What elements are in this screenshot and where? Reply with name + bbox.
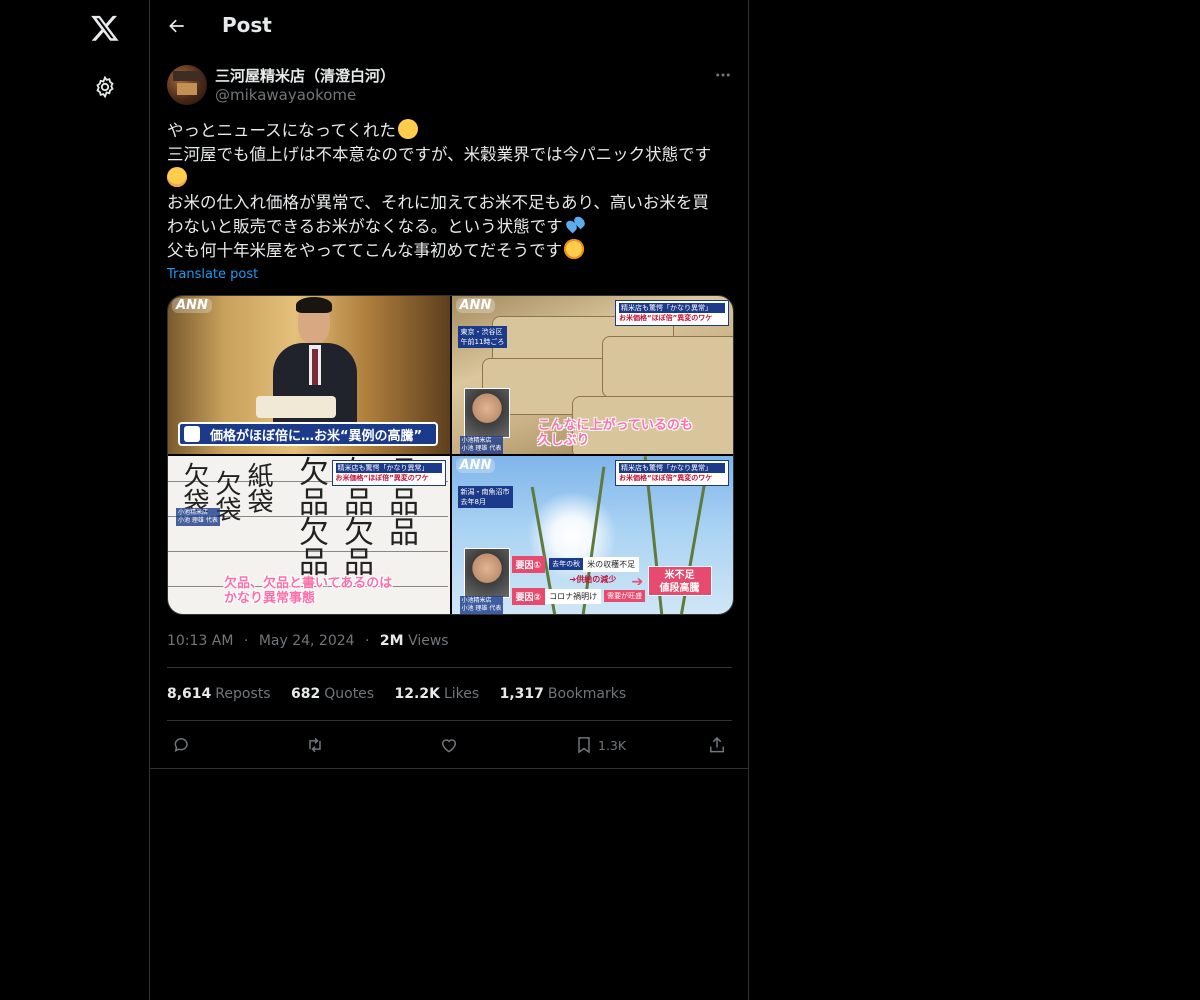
action-bar: 1.3K <box>167 732 732 758</box>
reposts-stat[interactable]: 8,614 Reposts <box>167 686 271 702</box>
post-text: やっとニュースになってくれた 三河屋でも値上げは不本意なのですが、米穀業界では今… <box>167 119 732 263</box>
heart-icon <box>441 739 457 753</box>
ann-logo: ANN <box>172 298 212 313</box>
rice-bowl <box>256 396 336 418</box>
bookmark-icon <box>578 737 590 754</box>
post-header: Post <box>150 0 748 53</box>
post-line: 父も何十年米屋をやっててこんな事初めてだそうです <box>167 241 563 260</box>
avatar[interactable] <box>167 65 207 105</box>
tired-face-icon <box>564 239 585 259</box>
factor-2: 要因② コロナ禍明け 需要が旺盛 <box>511 586 646 606</box>
ann-logo: ANN <box>455 458 496 473</box>
topic-tag: 精米店も驚愕「かなり異常」 お米価格“ほぼ倍”異変のワケ <box>615 460 729 486</box>
divider <box>167 720 732 721</box>
post-stats: 8,614 Reposts 682 Quotes 12.2K Likes 1,317 B… <box>167 686 642 702</box>
author-display-name[interactable]: 三河屋精米店（清澄白河） <box>215 65 395 86</box>
media-image-2[interactable]: ANN 精米店も驚愕「かなり異常」 お米価格“ほぼ倍”異変のワケ 東京・渋谷区 … <box>451 296 733 454</box>
post-line: わないと販売できるお米がなくなる。という状態です <box>167 217 563 236</box>
bookmarks-stat[interactable]: 1,317 Bookmarks <box>500 686 627 702</box>
share-icon <box>710 736 724 753</box>
media-grid: ANN 価格がほぼ倍に…お米“異例の高騰” ANN 精米店も驚愕「かなり異常」 … <box>167 295 734 615</box>
bookmark-count: 1.3K <box>598 737 627 753</box>
views-label: Views <box>408 633 449 649</box>
repost-icon <box>309 737 321 753</box>
sweat-droplets-icon <box>565 215 585 235</box>
ann-logo: ANN <box>455 298 496 313</box>
reply-icon <box>174 738 188 753</box>
interviewee-name: 小池精米店 小池 理雄 代表 <box>176 508 220 526</box>
more-dots-icon <box>716 73 730 77</box>
media-image-1[interactable]: ANN 価格がほぼ倍に…お米“異例の高騰” <box>168 296 450 454</box>
topic-tag: 精米店も驚愕「かなり異常」 お米価格“ほぼ倍”異変のワケ <box>331 460 446 486</box>
divider <box>150 768 748 769</box>
bookmark-button[interactable]: 1.3K <box>574 732 626 758</box>
views-count: 2M <box>379 633 404 649</box>
subtitle: こんなに上がっているのも 久しぶり <box>537 418 693 448</box>
arrow-left-icon <box>169 19 184 33</box>
media-image-4[interactable]: ANN 精米店も驚愕「かなり異常」 お米価格“ほぼ倍”異変のワケ 新潟・南魚沼市… <box>451 456 733 614</box>
post-line: 三河屋でも値上げは不本意なのですが、米穀業界では今パニック状態です <box>167 145 712 164</box>
location-tag: 東京・渋谷区 午前11時ごろ <box>457 326 508 348</box>
interviewee-photo <box>463 548 510 598</box>
factor-1-result: ➔供給の減少 <box>569 575 617 584</box>
news-caption: 価格がほぼ倍に…お米“異例の高騰” <box>178 422 438 446</box>
author-handle[interactable]: @mikawayaokome <box>215 86 356 104</box>
interviewee-name: 小池精米店 小池 理雄 代表 <box>459 436 504 454</box>
page-title: Post <box>222 13 272 37</box>
location-tag: 新潟・南魚沼市 去年8月 <box>457 486 513 508</box>
post-meta: 10:13 AM · May 24, 2024 · 2M Views <box>167 633 449 649</box>
media-image-3[interactable]: 欠袋 欠袋 紙袋 欠品欠品 欠品欠品 品品品 精米店も驚愕「かなり異常」 お米価… <box>168 456 450 614</box>
post-line: やっとニュースになってくれた <box>167 121 396 140</box>
share-button[interactable] <box>707 732 727 758</box>
post-column: Post 三河屋精米店（清澄白河） @mikawayaokome やっとニュース… <box>149 0 749 1000</box>
post-line: お米の仕入れ価格が異常で、それに加えてお米不足もあり、高いお米を買 <box>167 193 709 212</box>
gear-icon[interactable] <box>93 75 117 99</box>
quotes-stat[interactable]: 682 Quotes <box>291 686 374 702</box>
sweat-face-icon <box>167 167 187 187</box>
topic-tag: 精米店も驚愕「かなり異常」 お米価格“ほぼ倍”異変のワケ <box>615 300 729 326</box>
channel-mark-icon <box>184 426 200 442</box>
back-button[interactable] <box>166 15 188 37</box>
likes-stat[interactable]: 12.2K Likes <box>395 686 480 702</box>
more-button[interactable] <box>713 65 733 85</box>
repost-button[interactable] <box>305 732 325 758</box>
x-logo-icon[interactable] <box>90 13 120 43</box>
meta-separator: · <box>365 633 370 649</box>
divider <box>167 667 732 668</box>
post-date[interactable]: May 24, 2024 <box>259 633 355 649</box>
interviewee-name: 小池精米店 小池 理雄 代表 <box>459 596 504 614</box>
interviewee-photo <box>463 388 510 438</box>
post-time[interactable]: 10:13 AM <box>167 633 233 649</box>
arrow-right-icon: ➔ <box>631 574 644 590</box>
smiling-face-with-tear-icon <box>397 119 418 139</box>
result-box: 米不足 値段高騰 <box>647 566 712 596</box>
reply-button[interactable] <box>172 732 192 758</box>
like-button[interactable] <box>439 732 459 758</box>
meta-separator: · <box>243 633 249 649</box>
translate-post-link[interactable]: Translate post <box>167 267 258 282</box>
left-rail <box>0 0 149 1000</box>
factor-1: 要因① 去年の秋 米の収穫不足 <box>511 554 640 574</box>
subtitle: 欠品、欠品と書いてあるのは かなり異常事態 <box>224 576 393 606</box>
